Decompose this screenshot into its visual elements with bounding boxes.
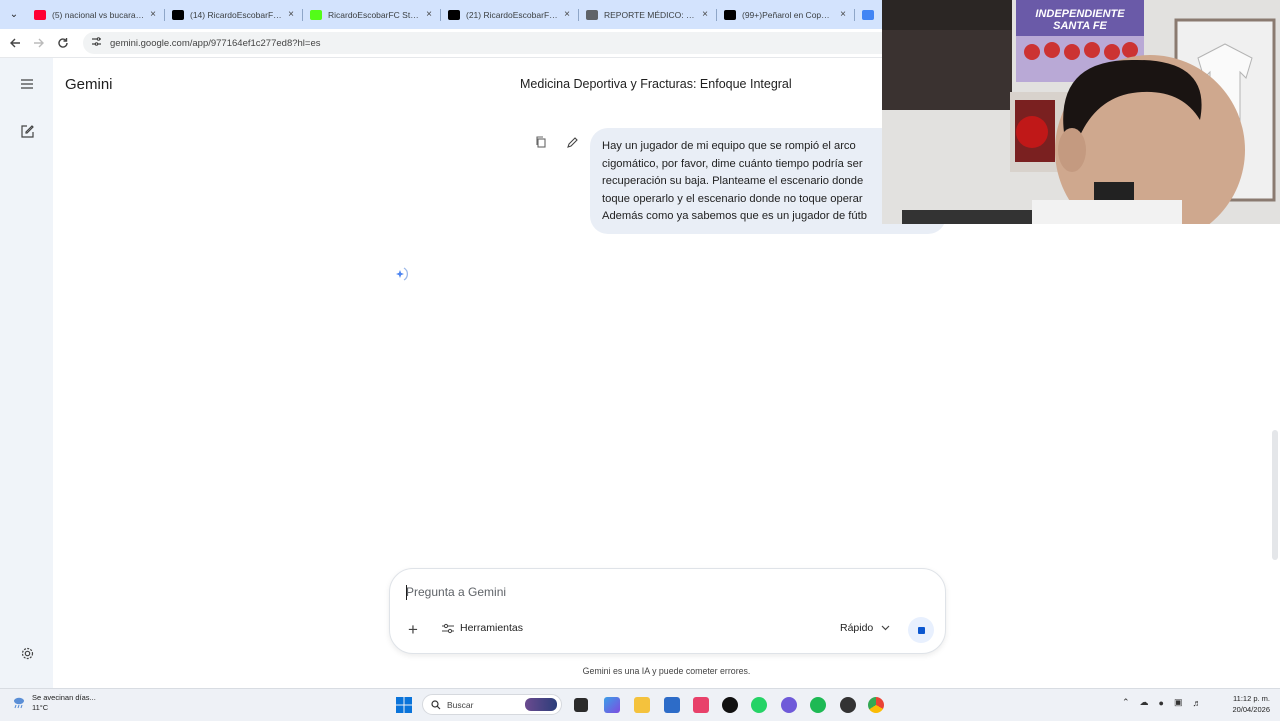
add-attachment-icon[interactable]: + (404, 621, 422, 639)
streamer-webcam-image (882, 0, 1280, 224)
chevron-down-icon (881, 625, 890, 631)
clock[interactable]: 11:12 p. m. 20/04/2026 (1224, 693, 1270, 715)
weather-temperature: 11°C (32, 703, 49, 712)
task-view-icon[interactable] (574, 698, 588, 712)
browser-tab[interactable]: (5) nacional vs bucaramanga × (26, 1, 164, 29)
browser-tab[interactable]: REPORTE MÉDICO: RADAR × (578, 1, 716, 29)
weather-widget[interactable]: Se avecinan días... 11°C (12, 693, 96, 713)
edit-pencil-icon[interactable] (563, 133, 581, 151)
tab-title: (5) nacional vs bucaramanga (52, 9, 144, 20)
site-info-icon[interactable] (91, 36, 102, 50)
obs-icon[interactable] (840, 697, 856, 713)
webcam-banner-text: INDEPENDIENTE SANTA FE (1035, 8, 1125, 32)
search-highlight-image (525, 698, 557, 711)
browser-tab[interactable]: G (854, 1, 874, 29)
whatsapp-icon[interactable] (751, 697, 767, 713)
gemini-logo-text[interactable]: Gemini (65, 76, 113, 93)
sliders-icon (442, 623, 454, 633)
back-icon[interactable] (3, 31, 27, 55)
conversation-title[interactable]: Medicina Deportiva y Fracturas: Enfoque … (520, 77, 792, 91)
kick-icon (310, 9, 322, 20)
volume-icon[interactable]: ♬ (1193, 698, 1202, 708)
mode-label: Rápido (840, 622, 874, 634)
tiktok-icon[interactable] (722, 697, 738, 713)
tab-title: REPORTE MÉDICO: RADAR (604, 9, 696, 20)
youtube-icon (34, 9, 46, 20)
browser-tab[interactable]: RicardoEscobarFC Stream × (302, 1, 440, 29)
close-tab-icon[interactable]: × (426, 9, 432, 20)
display-icon[interactable]: ▣ (1174, 697, 1183, 708)
x-icon (172, 9, 184, 20)
tab-search-chevron-icon[interactable]: ⌄ (2, 4, 26, 26)
stop-icon (917, 626, 925, 634)
webcam-overlay: INDEPENDIENTE SANTA FE (882, 0, 1280, 224)
close-tab-icon[interactable]: × (288, 9, 294, 20)
google-icon (862, 9, 874, 20)
x-icon (448, 9, 460, 20)
forward-icon[interactable] (27, 31, 51, 55)
file-explorer-icon[interactable] (634, 697, 650, 713)
tiktok-icon (724, 9, 736, 20)
page-icon (586, 9, 598, 20)
reload-icon[interactable] (51, 31, 75, 55)
browser-tab[interactable]: (99+)Peñarol en Copa Lib × (716, 1, 854, 29)
prompt-box[interactable]: Pregunta a Gemini + Herramientas Rápido (389, 568, 946, 654)
spotify-icon[interactable] (810, 697, 826, 713)
clock-date: 20/04/2026 (1232, 705, 1270, 714)
disclaimer-text: Gemini es una IA y puede cometer errores… (582, 666, 751, 676)
tab-title: (99+)Peñarol en Copa Lib (742, 9, 835, 20)
browser-tab[interactable]: (21) RicardoEscobarFC en × (440, 1, 578, 29)
close-tab-icon[interactable]: × (564, 9, 570, 20)
tray-chevron-up-icon[interactable]: ⌃ (1122, 697, 1130, 708)
store-icon[interactable] (664, 697, 680, 713)
windows-taskbar: Se avecinan días... 11°C Buscar ⌃ ☁ ● ▣ … (0, 688, 1280, 721)
microphone-icon[interactable]: ● (1159, 698, 1164, 708)
capcut-icon[interactable] (693, 697, 709, 713)
tab-title: (14) RicardoEscobarFC (@ (190, 9, 282, 20)
copilot-icon[interactable] (604, 697, 620, 713)
tab-title: (21) RicardoEscobarFC en (466, 9, 559, 20)
windows-start-icon[interactable] (396, 697, 412, 713)
network-icon[interactable]: ☁ (1140, 697, 1149, 708)
close-tab-icon[interactable]: × (702, 9, 708, 20)
prompt-input[interactable]: Pregunta a Gemini (406, 585, 506, 599)
system-tray: ⌃ ☁ ● ▣ ♬ (1122, 697, 1202, 708)
gemini-loading-spinner-icon (396, 267, 408, 281)
weather-description: Se avecinan días... (32, 693, 96, 702)
taskbar-search[interactable]: Buscar (422, 694, 562, 715)
gemini-side-rail (0, 58, 53, 688)
url-text[interactable]: gemini.google.com/app/977164ef1c277ed8?h… (110, 38, 320, 49)
stop-generation-button[interactable] (908, 617, 934, 643)
search-label: Buscar (447, 699, 474, 710)
new-chat-icon[interactable] (15, 119, 39, 143)
clock-time: 11:12 p. m. (1233, 694, 1270, 703)
tab-title: RicardoEscobarFC Stream (328, 9, 421, 20)
browser-tab[interactable]: (14) RicardoEscobarFC (@ × (164, 1, 302, 29)
search-icon (431, 699, 441, 709)
settings-gear-icon[interactable] (15, 641, 39, 665)
tools-button[interactable]: Herramientas (442, 622, 523, 634)
discord-icon[interactable] (781, 697, 797, 713)
scrollbar[interactable] (1272, 430, 1278, 560)
close-tab-icon[interactable]: × (840, 9, 846, 20)
weather-rain-icon (14, 697, 24, 709)
copy-icon[interactable] (532, 133, 550, 151)
chrome-icon[interactable] (868, 697, 884, 713)
close-tab-icon[interactable]: × (150, 9, 156, 20)
model-mode-selector[interactable]: Rápido (840, 622, 890, 634)
text-caret (406, 585, 407, 600)
tools-label: Herramientas (460, 622, 524, 634)
menu-icon[interactable] (15, 72, 39, 96)
